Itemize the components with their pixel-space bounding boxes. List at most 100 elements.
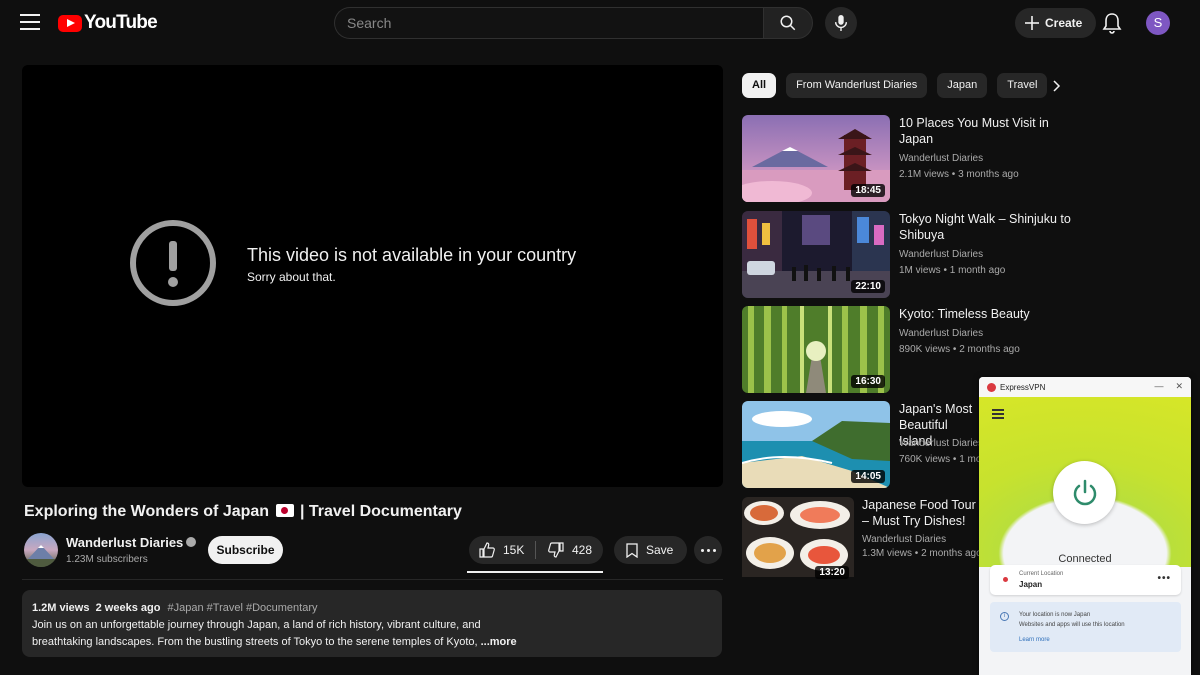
japan-flag-icon: [275, 504, 294, 517]
vpn-window: ExpressVPN — ✕ Connected Current Locatio…: [979, 377, 1191, 675]
save-button[interactable]: Save: [614, 536, 687, 564]
verified-icon: [186, 537, 197, 547]
close-icon[interactable]: ✕: [1175, 381, 1183, 392]
vpn-power-button[interactable]: [1053, 461, 1116, 524]
description-line-2: breathtaking landscapes. From the bustli…: [32, 636, 478, 648]
video-title[interactable]: 10 Places You Must Visit in Japan: [899, 115, 1074, 147]
youtube-logo[interactable]: YouTube: [58, 12, 158, 34]
user-avatar[interactable]: S: [1146, 11, 1170, 35]
video-duration: 13:20: [815, 566, 849, 579]
subscriber-count: 1.23M subscribers: [66, 554, 148, 565]
show-more-link[interactable]: ...more: [481, 636, 517, 648]
vpn-status-text: Connected: [1058, 553, 1112, 565]
info-line-2: Websites and apps will use this location: [1019, 622, 1125, 628]
hashtags[interactable]: #Japan #Travel #Documentary: [168, 602, 318, 614]
channel-name[interactable]: Wanderlust Diaries: [899, 328, 983, 339]
channel-name[interactable]: Wanderlust Diaries: [66, 535, 197, 550]
error-subtitle: Sorry about that.: [247, 270, 336, 284]
search-bar: [334, 7, 813, 39]
chip-all[interactable]: All: [742, 73, 777, 98]
subscribe-button[interactable]: Subscribe: [208, 536, 283, 564]
vpn-status-panel: Connected: [979, 397, 1191, 567]
chip-from-channel[interactable]: From Wanderlust Diaries: [786, 73, 928, 98]
power-icon: [1073, 479, 1096, 505]
upload-date: 2 weeks ago: [95, 602, 161, 614]
learn-more-link[interactable]: Learn more: [1019, 637, 1050, 643]
channel-name-text: Wanderlust Diaries: [66, 535, 184, 550]
video-thumbnail[interactable]: 14:05: [742, 401, 890, 488]
logo-text: YouTube: [84, 12, 158, 33]
dislike-count: 428: [572, 543, 593, 557]
chip-travel[interactable]: Travel: [997, 73, 1048, 98]
more-actions-button[interactable]: [694, 536, 722, 564]
chip-japan[interactable]: Japan: [937, 73, 988, 98]
video-duration: 18:45: [851, 184, 885, 197]
notifications-button[interactable]: [1102, 12, 1122, 39]
menu-icon[interactable]: [20, 14, 40, 32]
video-duration: 22:10: [851, 280, 885, 293]
video-title[interactable]: Tokyo Night Walk – Shinjuku to Shibuya: [899, 211, 1074, 243]
bookmark-icon: [626, 542, 638, 558]
like-button[interactable]: 15K: [469, 541, 536, 559]
microphone-icon: [834, 15, 848, 31]
window-controls: — ✕: [1154, 381, 1183, 392]
video-duration: 14:05: [851, 470, 885, 483]
expressvpn-logo-icon: [987, 382, 996, 392]
channel-name[interactable]: Wanderlust Diaries: [899, 438, 983, 449]
like-count: 15K: [503, 543, 525, 557]
video-thumbnail[interactable]: 22:10: [742, 211, 890, 298]
search-icon: [780, 15, 796, 31]
divider: [22, 579, 723, 580]
search-button[interactable]: [763, 7, 813, 39]
video-meta: 890K views • 2 months ago: [899, 344, 1020, 355]
video-title[interactable]: Japanese Food Tour – Must Try Dishes!: [862, 497, 980, 529]
video-title[interactable]: Kyoto: Timeless Beauty: [899, 306, 1074, 322]
view-count: 1.2M views: [32, 602, 90, 614]
video-duration: 16:30: [851, 375, 885, 388]
channel-name[interactable]: Wanderlust Diaries: [899, 249, 983, 260]
video-meta: 1M views • 1 month ago: [899, 265, 1006, 276]
video-thumbnail[interactable]: 18:45: [742, 115, 890, 202]
error-title: This video is not available in your coun…: [247, 245, 577, 265]
dislike-button[interactable]: 428: [536, 542, 592, 558]
bell-icon: [1102, 13, 1122, 34]
video-meta: 760K views • 1 mo: [899, 454, 982, 465]
voice-search-button[interactable]: [825, 7, 857, 39]
minimize-icon[interactable]: —: [1154, 381, 1163, 392]
vpn-titlebar[interactable]: ExpressVPN — ✕: [979, 377, 1191, 397]
channel-name[interactable]: Wanderlust Diaries: [862, 534, 946, 545]
info-line-1: Your location is now Japan: [1019, 612, 1091, 618]
thumbs-up-icon: [479, 542, 495, 558]
vpn-menu-icon[interactable]: [992, 409, 1004, 421]
filter-chips: All From Wanderlust Diaries Japan Travel: [742, 73, 1048, 98]
create-label: Create: [1045, 16, 1083, 30]
error-exclamation-icon: [130, 220, 216, 306]
search-input[interactable]: [334, 7, 763, 39]
recommended-video[interactable]: 22:10 Tokyo Night Walk – Shinjuku to Shi…: [742, 211, 1082, 298]
create-button[interactable]: Create: [1015, 8, 1097, 38]
current-location-card[interactable]: Current Location Japan •••: [990, 565, 1181, 595]
japanese-food-thumbnail: [742, 497, 854, 577]
vpn-app-name: ExpressVPN: [1000, 382, 1046, 392]
location-options-icon[interactable]: •••: [1157, 573, 1171, 584]
description-line-2-wrap: breathtaking landscapes. From the bustli…: [32, 634, 712, 651]
video-meta: 2.1M views • 3 months ago: [899, 169, 1019, 180]
location-value: Japan: [1019, 580, 1043, 589]
vpn-info-banner: i Your location is now Japan Websites an…: [990, 602, 1181, 652]
description-box[interactable]: 1.2M views 2 weeks ago #Japan #Travel #D…: [22, 590, 722, 657]
video-title-part1: Exploring the Wonders of Japan: [24, 503, 270, 520]
like-ratio-bar: [467, 571, 603, 573]
video-thumbnail[interactable]: 13:20: [742, 497, 854, 584]
info-icon: i: [1000, 612, 1009, 621]
video-title-part2: | Travel Documentary: [299, 503, 462, 520]
channel-name[interactable]: Wanderlust Diaries: [899, 153, 983, 164]
channel-avatar[interactable]: [24, 533, 58, 567]
recommended-video[interactable]: 18:45 10 Places You Must Visit in Japan …: [742, 115, 1082, 202]
plus-icon: [1025, 16, 1039, 30]
location-dot-icon: [1003, 577, 1008, 582]
video-player[interactable]: This video is not available in your coun…: [22, 65, 723, 487]
description-meta: 1.2M views 2 weeks ago #Japan #Travel #D…: [32, 600, 712, 617]
chips-next-button[interactable]: [1050, 79, 1062, 98]
video-thumbnail[interactable]: 16:30: [742, 306, 890, 393]
youtube-play-icon: [58, 14, 82, 32]
